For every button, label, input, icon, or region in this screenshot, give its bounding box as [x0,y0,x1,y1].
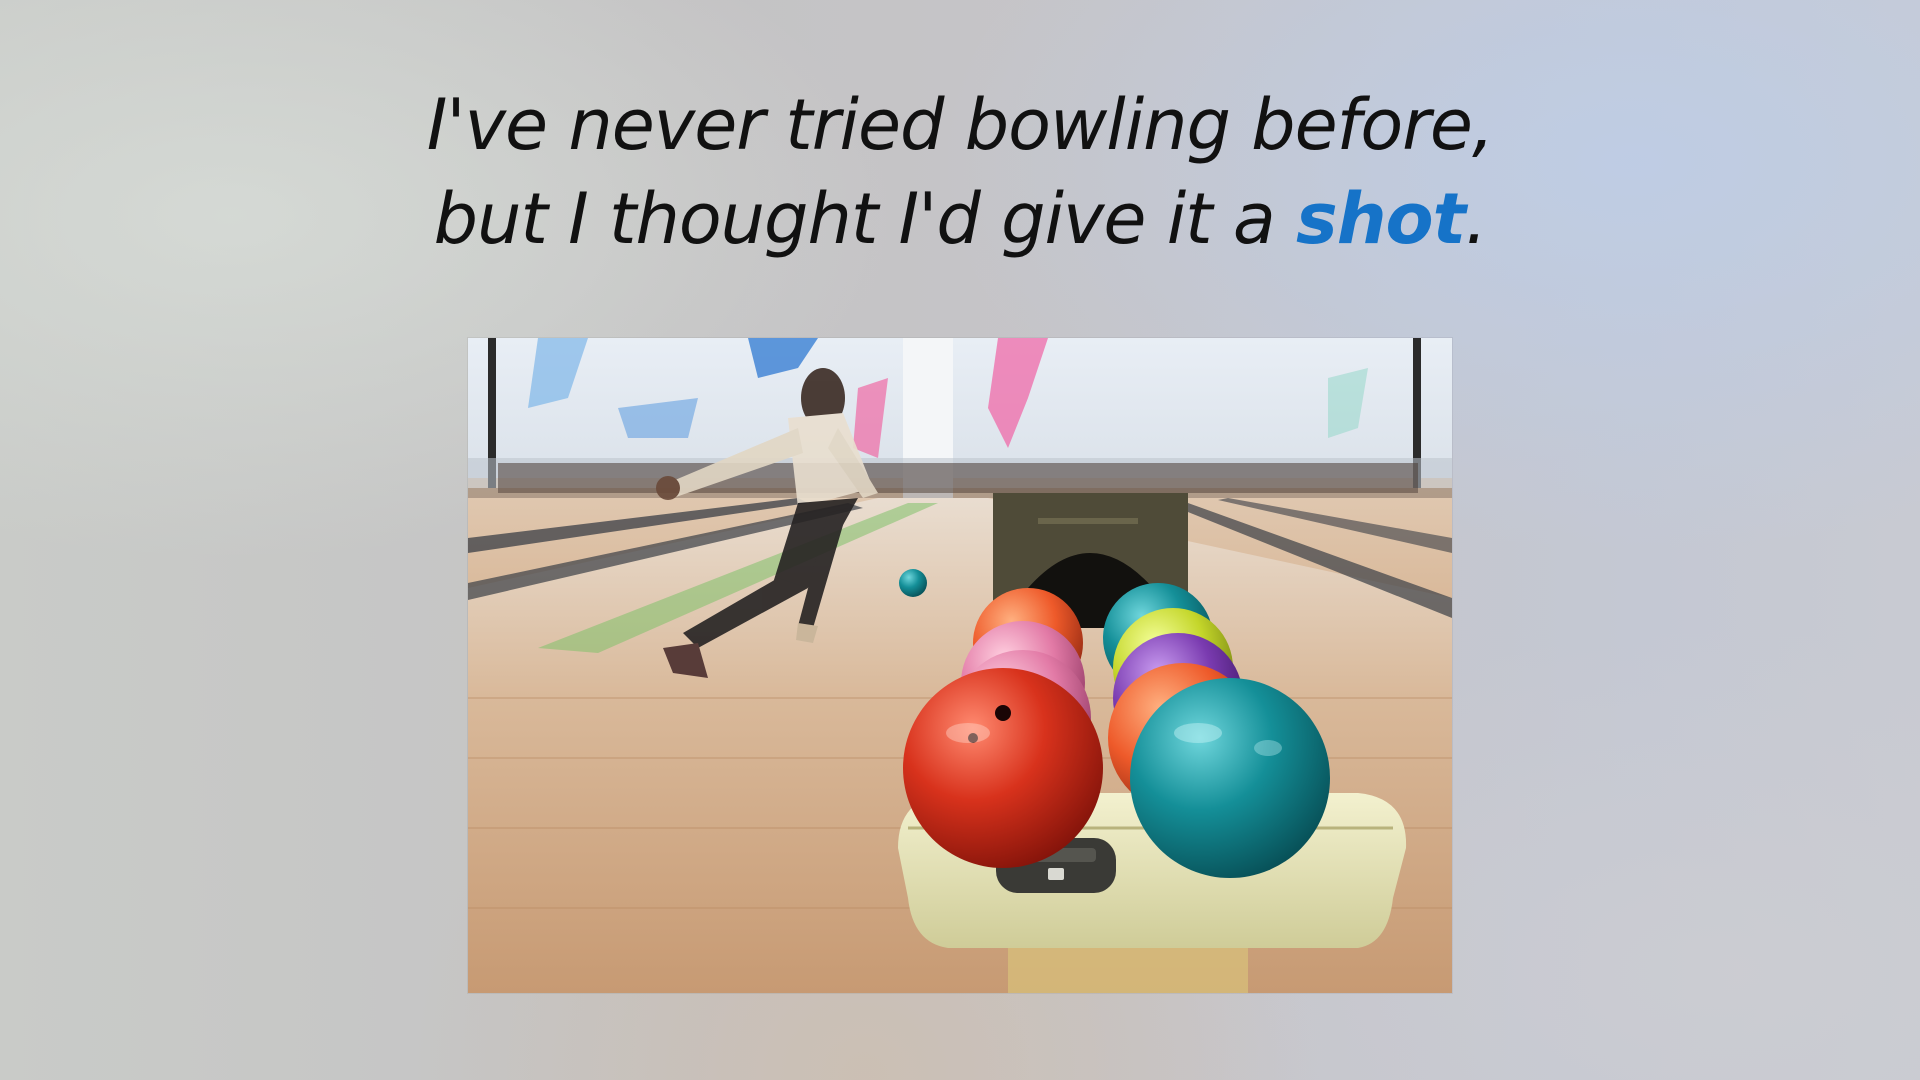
caption-line-2-suffix: . [1465,178,1487,260]
bowling-scene-illustration [468,338,1452,993]
caption-text: I've never tried bowling before, but I t… [0,78,1920,266]
caption-line-2-prefix: but I thought I'd give it a [433,178,1297,260]
caption-line-1: I've never tried bowling before, [426,84,1495,166]
bowling-photo [468,338,1452,993]
caption-emphasis-word: shot [1296,178,1466,260]
caption-line-2: but I thought I'd give it a shot. [0,172,1920,266]
